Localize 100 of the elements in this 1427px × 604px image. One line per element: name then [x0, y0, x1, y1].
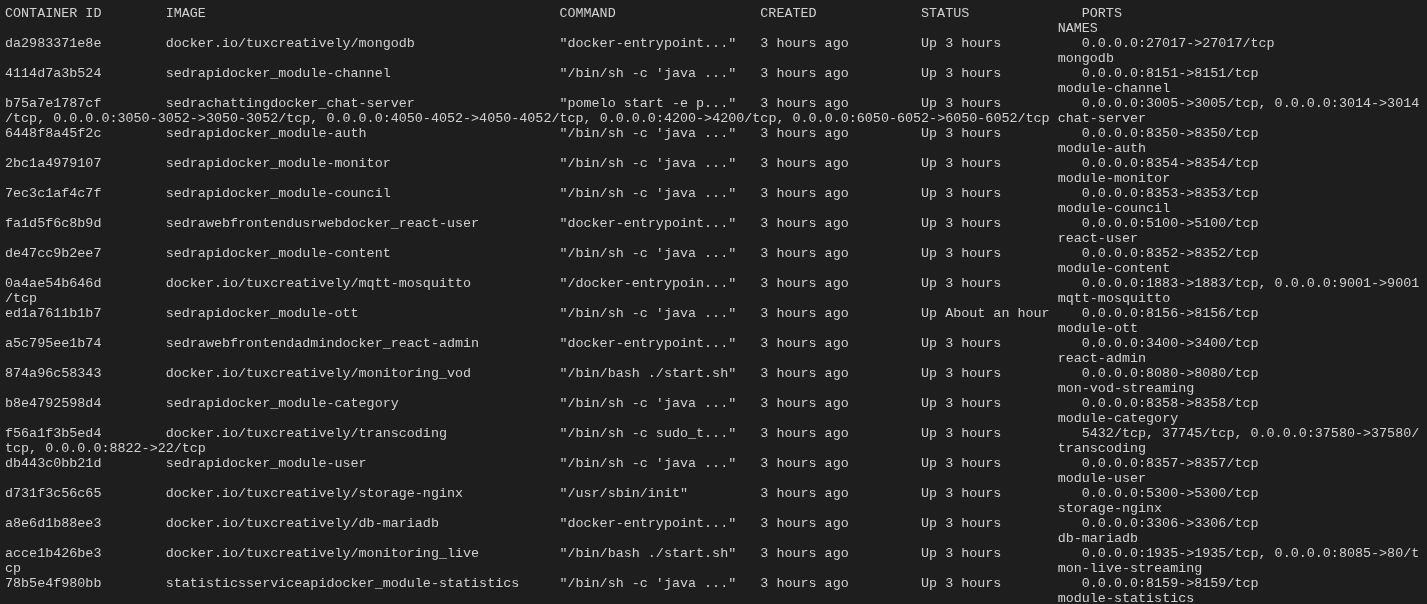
command-text: "/docker-entrypoin..."	[559, 276, 737, 291]
ports-text: 0.0.0.0:8156->8156/tcp	[1081, 306, 1259, 321]
ports-text: 0.0.0.0:1935->1935/tcp, 0.0.0.0:8085->80/t	[1081, 546, 1420, 561]
container-name: mon-vod-streaming	[1057, 381, 1195, 396]
created-text: 3 hours ago	[760, 276, 849, 291]
created-text: 3 hours ago	[760, 126, 849, 141]
command-text: "pomelo start -e p..."	[559, 96, 737, 111]
command-text: "/bin/sh -c sudo_t..."	[559, 426, 737, 441]
container-name: mon-live-streaming	[1057, 561, 1203, 576]
created-text: 3 hours ago	[760, 516, 849, 531]
created-text: 3 hours ago	[760, 66, 849, 81]
image-name: sedrapidocker_module-content	[165, 246, 391, 261]
command-text: "/bin/sh -c 'java ..."	[559, 156, 737, 171]
ports-text: 0.0.0.0:5100->5100/tcp	[1081, 216, 1259, 231]
status-text: Up 3 hours	[921, 126, 1002, 141]
image-name: docker.io/tuxcreatively/monitoring_vod	[165, 366, 472, 381]
created-text: 3 hours ago	[760, 36, 849, 51]
container-id: 4114d7a3b524	[5, 66, 102, 81]
ports-text: 0.0.0.0:3306->3306/tcp	[1081, 516, 1259, 531]
command-text: "/bin/sh -c 'java ..."	[559, 66, 737, 81]
container-id: d731f3c56c65	[5, 486, 102, 501]
container-id: da2983371e8e	[5, 36, 102, 51]
command-text: "/bin/sh -c 'java ..."	[559, 306, 737, 321]
created-text: 3 hours ago	[760, 366, 849, 381]
image-name: sedrapidocker_module-user	[165, 456, 367, 471]
container-name: react-admin	[1057, 351, 1147, 366]
ports-text: 5432/tcp, 37745/tcp, 0.0.0.0:37580->37580/	[1081, 426, 1420, 441]
image-name: sedrapidocker_module-auth	[165, 126, 367, 141]
container-name: mqtt-mosquitto	[1057, 291, 1171, 306]
ports-text: /tcp	[5, 291, 38, 306]
status-text: Up 3 hours	[921, 276, 1002, 291]
command-text: "/bin/bash ./start.sh"	[559, 366, 737, 381]
status-text: Up 3 hours	[921, 426, 1002, 441]
status-text: Up About an hour	[921, 306, 1050, 321]
status-text: Up 3 hours	[921, 336, 1002, 351]
ports-text: 0.0.0.0:8357->8357/tcp	[1081, 456, 1259, 471]
command-text: "/bin/sh -c 'java ..."	[559, 186, 737, 201]
ports-text: cp	[5, 561, 22, 576]
command-text: "docker-entrypoint..."	[559, 516, 737, 531]
image-name: sedrawebfrontendusrwebdocker_react-user	[165, 216, 480, 231]
ports-text: 0.0.0.0:5300->5300/tcp	[1081, 486, 1259, 501]
container-id: b8e4792598d4	[5, 396, 102, 411]
container-id: 2bc1a4979107	[5, 156, 102, 171]
created-text: 3 hours ago	[760, 486, 849, 501]
image-name: docker.io/tuxcreatively/monitoring_live	[165, 546, 480, 561]
image-name: sedrapidocker_module-channel	[165, 66, 391, 81]
status-text: Up 3 hours	[921, 486, 1002, 501]
status-text: Up 3 hours	[921, 186, 1002, 201]
container-name: module-channel	[1057, 81, 1171, 96]
status-text: Up 3 hours	[921, 366, 1002, 381]
image-name: docker.io/tuxcreatively/mqtt-mosquitto	[165, 276, 472, 291]
column-header: CONTAINER ID	[5, 6, 102, 21]
command-text: "/bin/sh -c 'java ..."	[559, 126, 737, 141]
column-header: IMAGE	[165, 6, 206, 21]
image-name: sedrawebfrontendadmindocker_react-admin	[165, 336, 480, 351]
status-text: Up 3 hours	[921, 516, 1002, 531]
ports-text: tcp, 0.0.0.0:8822->22/tcp	[5, 441, 206, 456]
container-id: a5c795ee1b74	[5, 336, 102, 351]
container-id: 78b5e4f980bb	[5, 576, 102, 591]
container-id: f56a1f3b5ed4	[5, 426, 102, 441]
container-name: chat-server	[1057, 111, 1147, 126]
container-id: ed1a7611b1b7	[5, 306, 102, 321]
image-name: sedrapidocker_module-monitor	[165, 156, 391, 171]
container-name: mongodb	[1057, 51, 1114, 66]
image-name: docker.io/tuxcreatively/db-mariadb	[165, 516, 439, 531]
command-text: "/usr/sbin/init"	[559, 486, 688, 501]
image-name: docker.io/tuxcreatively/transcoding	[165, 426, 447, 441]
container-name: react-user	[1057, 231, 1139, 246]
status-text: Up 3 hours	[921, 216, 1002, 231]
created-text: 3 hours ago	[760, 456, 849, 471]
image-name: docker.io/tuxcreatively/storage-nginx	[165, 486, 464, 501]
container-name: module-auth	[1057, 141, 1147, 156]
container-id: de47cc9b2ee7	[5, 246, 102, 261]
created-text: 3 hours ago	[760, 96, 849, 111]
created-text: 3 hours ago	[760, 336, 849, 351]
command-text: "docker-entrypoint..."	[559, 336, 737, 351]
status-text: Up 3 hours	[921, 246, 1002, 261]
status-text: Up 3 hours	[921, 546, 1002, 561]
status-text: Up 3 hours	[921, 36, 1002, 51]
command-text: "/bin/sh -c 'java ..."	[559, 456, 737, 471]
status-text: Up 3 hours	[921, 156, 1002, 171]
container-id: 6448f8a45f2c	[5, 126, 102, 141]
container-id: db443c0bb21d	[5, 456, 102, 471]
container-id: acce1b426be3	[5, 546, 102, 561]
container-name: transcoding	[1057, 441, 1147, 456]
ports-text: 0.0.0.0:8354->8354/tcp	[1081, 156, 1259, 171]
container-name: db-mariadb	[1057, 531, 1139, 546]
image-name: sedrachattingdocker_chat-server	[165, 96, 415, 111]
column-header: PORTS	[1081, 6, 1122, 21]
status-text: Up 3 hours	[921, 396, 1002, 411]
container-id: 874a96c58343	[5, 366, 102, 381]
container-name: storage-nginx	[1057, 501, 1163, 516]
command-text: "docker-entrypoint..."	[559, 216, 737, 231]
created-text: 3 hours ago	[760, 426, 849, 441]
column-header: CREATED	[760, 6, 817, 21]
container-id: fa1d5f6c8b9d	[5, 216, 102, 231]
ports-text: 0.0.0.0:3005->3005/tcp, 0.0.0.0:3014->3014	[1081, 96, 1420, 111]
container-id: a8e6d1b88ee3	[5, 516, 102, 531]
ports-text: 0.0.0.0:8353->8353/tcp	[1081, 186, 1259, 201]
ports-text: 0.0.0.0:8151->8151/tcp	[1081, 66, 1259, 81]
